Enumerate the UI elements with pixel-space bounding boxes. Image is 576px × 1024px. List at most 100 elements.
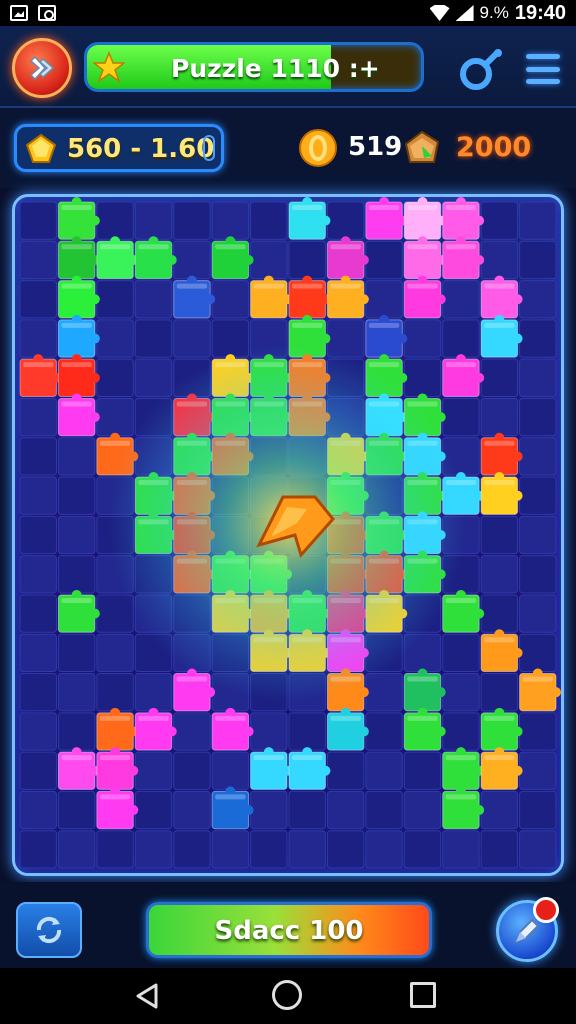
empty-cell[interactable] — [365, 830, 403, 869]
empty-cell[interactable] — [211, 280, 250, 319]
puzzle-piece[interactable] — [403, 707, 446, 751]
empty-cell[interactable] — [288, 790, 326, 830]
empty-cell[interactable] — [211, 830, 250, 869]
empty-cell[interactable] — [96, 358, 134, 397]
empty-cell[interactable] — [19, 790, 57, 830]
empty-cell[interactable] — [19, 830, 57, 869]
puzzle-piece[interactable] — [57, 589, 100, 633]
empty-cell[interactable] — [96, 201, 134, 240]
empty-cell[interactable] — [365, 280, 403, 319]
empty-cell[interactable] — [211, 201, 250, 240]
empty-cell[interactable] — [519, 358, 557, 397]
empty-cell[interactable] — [365, 712, 403, 751]
empty-cell[interactable] — [19, 594, 57, 633]
empty-cell[interactable] — [480, 673, 519, 712]
puzzle-piece[interactable] — [442, 747, 485, 790]
empty-cell[interactable] — [480, 555, 519, 594]
puzzle-piece[interactable] — [365, 197, 408, 240]
puzzle-piece[interactable] — [96, 786, 139, 830]
puzzle-piece[interactable] — [57, 354, 100, 397]
puzzle-piece[interactable] — [288, 747, 331, 790]
puzzle-piece[interactable] — [211, 236, 254, 280]
empty-cell[interactable] — [19, 319, 57, 358]
back-icon[interactable] — [134, 982, 160, 1010]
puzzle-piece[interactable] — [57, 393, 100, 437]
empty-cell[interactable] — [57, 437, 96, 476]
empty-cell[interactable] — [365, 790, 403, 830]
menu-button[interactable] — [524, 50, 562, 88]
empty-cell[interactable] — [173, 830, 211, 869]
puzzle-piece[interactable] — [288, 197, 331, 240]
puzzle-piece[interactable] — [480, 747, 523, 790]
empty-cell[interactable] — [57, 633, 96, 673]
empty-cell[interactable] — [519, 201, 557, 240]
empty-cell[interactable] — [365, 751, 403, 790]
puzzle-piece[interactable] — [403, 275, 446, 319]
puzzle-piece[interactable] — [519, 668, 561, 712]
puzzle-piece[interactable] — [480, 314, 523, 358]
puzzle-piece[interactable] — [365, 314, 408, 358]
puzzle-piece[interactable] — [96, 236, 139, 280]
empty-cell[interactable] — [480, 201, 519, 240]
empty-cell[interactable] — [250, 201, 288, 240]
empty-cell[interactable] — [250, 240, 288, 280]
empty-cell[interactable] — [19, 437, 57, 476]
puzzle-piece[interactable] — [134, 707, 177, 751]
empty-cell[interactable] — [19, 515, 57, 555]
empty-cell[interactable] — [480, 397, 519, 437]
empty-cell[interactable] — [442, 280, 480, 319]
empty-cell[interactable] — [19, 673, 57, 712]
empty-cell[interactable] — [96, 280, 134, 319]
empty-cell[interactable] — [519, 712, 557, 751]
empty-cell[interactable] — [57, 712, 96, 751]
empty-cell[interactable] — [326, 790, 365, 830]
empty-cell[interactable] — [57, 555, 96, 594]
empty-cell[interactable] — [173, 319, 211, 358]
empty-cell[interactable] — [96, 319, 134, 358]
empty-cell[interactable] — [326, 201, 365, 240]
empty-cell[interactable] — [519, 633, 557, 673]
empty-cell[interactable] — [519, 594, 557, 633]
empty-cell[interactable] — [288, 712, 326, 751]
puzzle-piece[interactable] — [480, 629, 523, 673]
recent-apps-icon[interactable] — [410, 982, 436, 1008]
empty-cell[interactable] — [365, 240, 403, 280]
empty-cell[interactable] — [326, 830, 365, 869]
empty-cell[interactable] — [519, 790, 557, 830]
puzzle-piece[interactable] — [403, 668, 446, 712]
empty-cell[interactable] — [519, 751, 557, 790]
empty-cell[interactable] — [19, 240, 57, 280]
empty-cell[interactable] — [19, 555, 57, 594]
puzzle-piece[interactable] — [480, 472, 523, 515]
puzzle-piece[interactable] — [442, 197, 485, 240]
puzzle-piece[interactable] — [57, 747, 100, 790]
puzzle-piece[interactable] — [442, 354, 485, 397]
puzzle-piece[interactable] — [134, 236, 177, 280]
empty-cell[interactable] — [57, 515, 96, 555]
empty-cell[interactable] — [19, 476, 57, 515]
empty-cell[interactable] — [519, 240, 557, 280]
empty-cell[interactable] — [403, 830, 442, 869]
puzzle-piece[interactable] — [250, 747, 292, 790]
empty-cell[interactable] — [250, 790, 288, 830]
empty-cell[interactable] — [519, 476, 557, 515]
empty-cell[interactable] — [519, 437, 557, 476]
empty-cell[interactable] — [173, 712, 211, 751]
empty-cell[interactable] — [442, 830, 480, 869]
empty-cell[interactable] — [19, 280, 57, 319]
puzzle-piece[interactable] — [326, 236, 369, 280]
empty-cell[interactable] — [173, 240, 211, 280]
empty-cell[interactable] — [250, 712, 288, 751]
empty-cell[interactable] — [173, 790, 211, 830]
empty-cell[interactable] — [480, 240, 519, 280]
puzzle-piece[interactable] — [96, 707, 139, 751]
empty-cell[interactable] — [134, 358, 173, 397]
empty-cell[interactable] — [96, 633, 134, 673]
empty-cell[interactable] — [134, 751, 173, 790]
empty-cell[interactable] — [211, 751, 250, 790]
empty-cell[interactable] — [96, 830, 134, 869]
empty-cell[interactable] — [326, 751, 365, 790]
puzzle-piece[interactable] — [173, 275, 216, 319]
empty-cell[interactable] — [134, 830, 173, 869]
empty-cell[interactable] — [519, 555, 557, 594]
